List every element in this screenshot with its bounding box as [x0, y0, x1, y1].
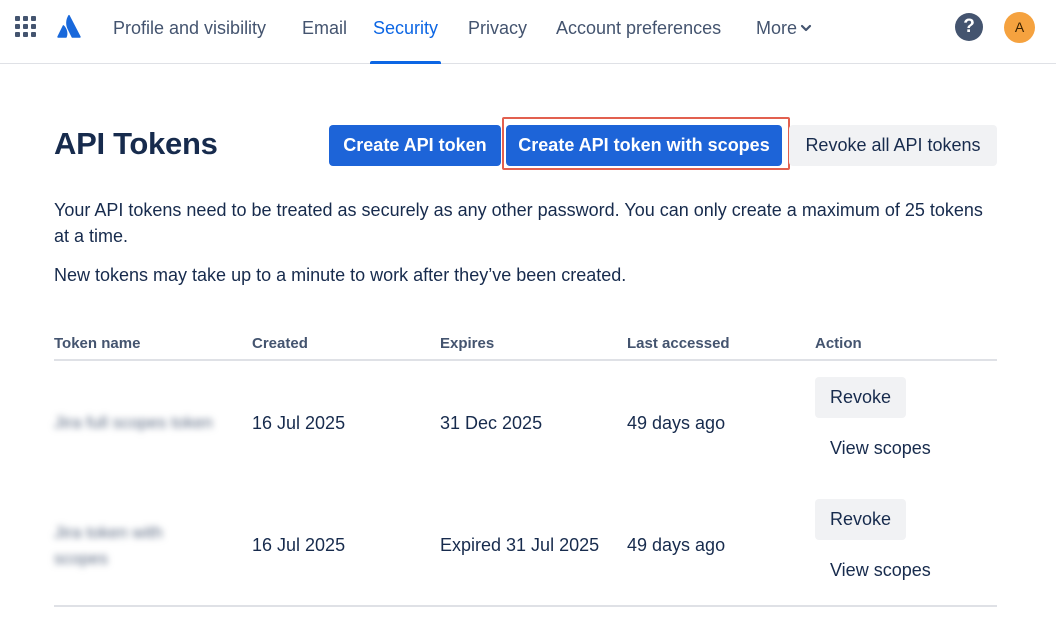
- column-header-created: Created: [252, 335, 308, 352]
- top-navigation: Profile and visibility Email Security Pr…: [0, 0, 1056, 64]
- create-api-token-with-scopes-button[interactable]: Create API token with scopes: [506, 125, 782, 166]
- tab-privacy[interactable]: Privacy: [468, 0, 527, 64]
- tab-more-label: More: [756, 18, 798, 38]
- revoke-all-api-tokens-button[interactable]: Revoke all API tokens: [789, 125, 997, 166]
- avatar[interactable]: A: [1004, 12, 1035, 43]
- token-created: 16 Jul 2025: [252, 413, 346, 433]
- token-expires: Expired 31 Jul 2025: [440, 535, 600, 555]
- view-scopes-button[interactable]: View scopes: [830, 438, 931, 459]
- table-bottom-divider: [54, 605, 997, 607]
- revoke-button[interactable]: Revoke: [815, 499, 906, 540]
- create-api-token-button[interactable]: Create API token: [329, 125, 501, 166]
- token-expires: 31 Dec 2025: [440, 413, 543, 433]
- atlassian-logo-icon[interactable]: [57, 14, 81, 38]
- chevron-down-icon: [800, 24, 812, 31]
- tab-email[interactable]: Email: [302, 0, 347, 64]
- tab-security[interactable]: Security: [369, 0, 442, 64]
- revoke-button[interactable]: Revoke: [815, 377, 906, 418]
- column-header-expires: Expires: [440, 335, 495, 352]
- table-header-divider: [54, 359, 997, 361]
- description-delay: New tokens may take up to a minute to wo…: [54, 265, 627, 285]
- token-last-accessed: 49 days ago: [627, 413, 726, 433]
- token-name: Jira token with scopes: [54, 523, 163, 568]
- help-icon[interactable]: ?: [955, 13, 983, 41]
- token-name: Jira full scopes token: [54, 413, 213, 432]
- page-title: API Tokens: [54, 126, 218, 161]
- column-header-action: Action: [815, 335, 862, 352]
- app-switcher-grid-icon[interactable]: [15, 16, 37, 38]
- token-created: 16 Jul 2025: [252, 535, 346, 555]
- tab-account-preferences[interactable]: Account preferences: [556, 0, 721, 64]
- view-scopes-button[interactable]: View scopes: [830, 560, 931, 581]
- column-header-token-name: Token name: [54, 335, 141, 352]
- column-header-last-accessed: Last accessed: [627, 335, 730, 352]
- description-security: Your API tokens need to be treated as se…: [54, 200, 983, 246]
- tab-more[interactable]: More: [756, 0, 812, 64]
- token-last-accessed: 49 days ago: [627, 535, 726, 555]
- tab-profile-and-visibility[interactable]: Profile and visibility: [113, 0, 266, 64]
